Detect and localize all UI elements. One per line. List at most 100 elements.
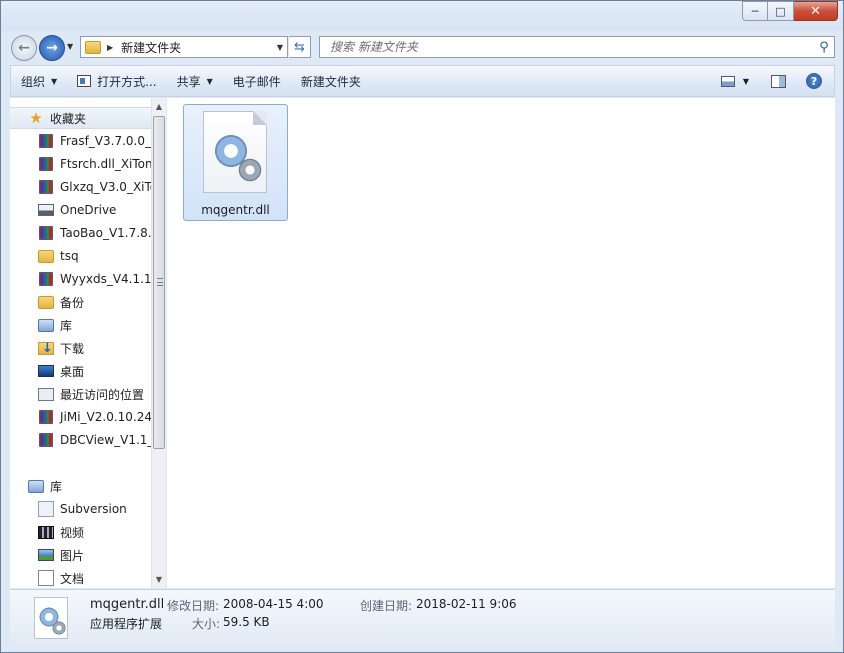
nav-library-item[interactable]: 图片 bbox=[10, 544, 151, 566]
scrollbar-thumb[interactable] bbox=[153, 116, 165, 449]
details-created-value: 2018-02-11 9:06 bbox=[416, 597, 517, 611]
breadcrumb-current-folder[interactable]: 新建文件夹 bbox=[121, 39, 277, 56]
file-name: mqgentr.dll bbox=[201, 203, 270, 217]
details-modified-value: 2008-04-15 4:00 bbox=[223, 597, 324, 611]
video-icon bbox=[38, 525, 54, 539]
maximize-button[interactable]: □ bbox=[768, 1, 794, 21]
nav-favorites-header[interactable]: ★ 收藏夹 bbox=[10, 107, 151, 129]
file-list-pane[interactable]: mqgentr.dll bbox=[167, 98, 835, 588]
nav-favorites-label: 收藏夹 bbox=[50, 111, 87, 126]
nav-favorite-item[interactable]: 备份 bbox=[10, 291, 151, 313]
organize-menu-button[interactable]: 组织 ▼ bbox=[11, 66, 67, 96]
scroll-up-arrow-icon[interactable]: ▲ bbox=[152, 98, 166, 115]
document-icon bbox=[38, 570, 54, 586]
nav-favorite-item[interactable]: Frasf_V3.7.0.0_XiTongZhiJia bbox=[10, 130, 151, 152]
nav-item-label: Frasf_V3.7.0.0_XiTongZhiJia bbox=[60, 134, 151, 148]
archive-icon bbox=[39, 180, 53, 194]
view-options-dropdown[interactable]: ▼ bbox=[741, 66, 759, 96]
nav-item-label: 桌面 bbox=[60, 364, 85, 379]
help-button[interactable]: ? bbox=[798, 66, 834, 96]
details-size-value: 59.5 KB bbox=[223, 615, 270, 629]
refresh-button[interactable]: ⇆ bbox=[289, 36, 311, 58]
nav-favorite-item[interactable]: tsq bbox=[10, 245, 151, 267]
navigation-pane[interactable]: ★ 收藏夹 Frasf_V3.7.0.0_XiTongZhiJia Ftsrch… bbox=[10, 98, 151, 588]
archive-icon bbox=[39, 272, 53, 286]
library-icon bbox=[38, 318, 54, 332]
preview-pane-button[interactable] bbox=[759, 66, 798, 96]
nav-favorite-item[interactable]: Ftsrch.dll_XiTongZhiJia bbox=[10, 153, 151, 175]
scroll-down-arrow-icon[interactable]: ▼ bbox=[152, 571, 166, 588]
nav-item-label: 备份 bbox=[60, 295, 85, 310]
nav-item-label: Wyyxds_V4.1.1.1 bbox=[60, 272, 151, 286]
nav-libraries-label: 库 bbox=[50, 479, 63, 494]
nav-library-item[interactable]: 文档 bbox=[10, 567, 151, 588]
nav-item-label: Ftsrch.dll_XiTongZhiJia bbox=[60, 157, 151, 171]
address-history-dropdown-icon[interactable]: ▼ bbox=[277, 43, 283, 52]
change-view-button[interactable] bbox=[715, 66, 741, 96]
star-icon: ★ bbox=[29, 109, 43, 127]
email-button[interactable]: 电子邮件 bbox=[223, 66, 291, 96]
nav-item-label: Glxzq_V3.0_XiTongZhiJia bbox=[60, 180, 151, 194]
nav-libraries-header[interactable]: 库 bbox=[10, 475, 151, 497]
search-input[interactable] bbox=[320, 40, 814, 54]
open-with-button[interactable]: 打开方式... bbox=[67, 66, 166, 96]
nav-item-label: 最近访问的位置 bbox=[60, 387, 145, 402]
back-button[interactable]: ← bbox=[11, 35, 37, 61]
nav-favorite-item[interactable]: DBCView_V1.1_XiTongZhiJia bbox=[10, 429, 151, 451]
forward-arrow-icon: → bbox=[46, 40, 58, 56]
nav-favorite-item[interactable]: 下载 bbox=[10, 337, 151, 359]
new-folder-button[interactable]: 新建文件夹 bbox=[291, 66, 371, 96]
breadcrumb-chevron-icon[interactable]: ▶ bbox=[107, 43, 113, 52]
preview-pane-icon bbox=[771, 74, 786, 88]
file-item[interactable]: mqgentr.dll bbox=[183, 104, 288, 221]
details-created-label: 创建日期: bbox=[360, 599, 413, 613]
organize-label: 组织 bbox=[21, 74, 46, 89]
nav-item-label: 图片 bbox=[60, 548, 85, 563]
nav-library-item[interactable]: Subversion bbox=[10, 498, 151, 520]
recent-pages-dropdown[interactable]: ▼ bbox=[67, 42, 73, 51]
nav-favorite-item[interactable]: Glxzq_V3.0_XiTongZhiJia bbox=[10, 176, 151, 198]
nav-favorite-item[interactable]: TaoBao_V1.7.8.0 bbox=[10, 222, 151, 244]
archive-icon bbox=[39, 410, 53, 424]
nav-library-item[interactable]: 视频 bbox=[10, 521, 151, 543]
search-icon[interactable]: ⚲ bbox=[814, 40, 834, 55]
nav-item-label: 库 bbox=[60, 318, 73, 333]
nav-favorite-item[interactable]: 最近访问的位置 bbox=[10, 383, 151, 405]
dll-file-icon bbox=[203, 111, 267, 193]
gear-icon bbox=[238, 158, 262, 182]
nav-favorite-item[interactable]: 桌面 bbox=[10, 360, 151, 382]
details-filename: mqgentr.dll bbox=[90, 597, 165, 612]
new-folder-label: 新建文件夹 bbox=[300, 74, 361, 89]
dll-file-icon bbox=[34, 597, 68, 639]
nav-favorite-item[interactable]: Wyyxds_V4.1.1.1 bbox=[10, 268, 151, 290]
share-menu-button[interactable]: 共享 ▼ bbox=[167, 66, 223, 96]
help-icon: ? bbox=[806, 73, 822, 89]
details-file-type: 应用程序扩展 bbox=[90, 617, 163, 631]
nav-item-label: JiMi_V2.0.10.24_XiTongZhiJia bbox=[60, 410, 151, 424]
nav-item-label: Subversion bbox=[60, 502, 127, 516]
nav-item-label: 下载 bbox=[60, 341, 85, 356]
nav-favorite-item[interactable]: OneDrive bbox=[10, 199, 151, 221]
title-bar[interactable]: ─ □ ✕ bbox=[1, 1, 843, 31]
refresh-icon: ⇆ bbox=[294, 39, 305, 55]
address-bar[interactable]: ▶ 新建文件夹 ▼ bbox=[80, 36, 288, 58]
archive-icon bbox=[39, 157, 53, 171]
nav-favorite-item[interactable]: 库 bbox=[10, 314, 151, 336]
close-button[interactable]: ✕ bbox=[794, 1, 838, 21]
archive-icon bbox=[39, 134, 53, 148]
command-bar-right: ▼ ? bbox=[715, 66, 834, 96]
command-bar: 组织 ▼ 打开方式... 共享 ▼ 电子邮件 新建文件夹 ▼ ? bbox=[10, 65, 835, 97]
minimize-button[interactable]: ─ bbox=[742, 1, 768, 21]
forward-button[interactable]: → bbox=[39, 35, 65, 61]
navigation-scrollbar[interactable]: ▲ ▼ bbox=[151, 98, 166, 588]
share-label: 共享 bbox=[176, 74, 201, 89]
details-modified-label: 修改日期: bbox=[167, 599, 220, 613]
nav-favorite-item[interactable]: JiMi_V2.0.10.24_XiTongZhiJia bbox=[10, 406, 151, 428]
nav-item-label: DBCView_V1.1_XiTongZhiJia bbox=[60, 433, 151, 447]
folder-icon bbox=[85, 40, 101, 54]
search-box[interactable]: ⚲ bbox=[319, 36, 835, 58]
open-with-label: 打开方式... bbox=[97, 74, 157, 89]
archive-icon bbox=[39, 226, 53, 240]
folder-icon bbox=[38, 249, 54, 263]
details-pane: mqgentr.dll 应用程序扩展 修改日期: 2008-04-15 4:00… bbox=[10, 589, 835, 647]
